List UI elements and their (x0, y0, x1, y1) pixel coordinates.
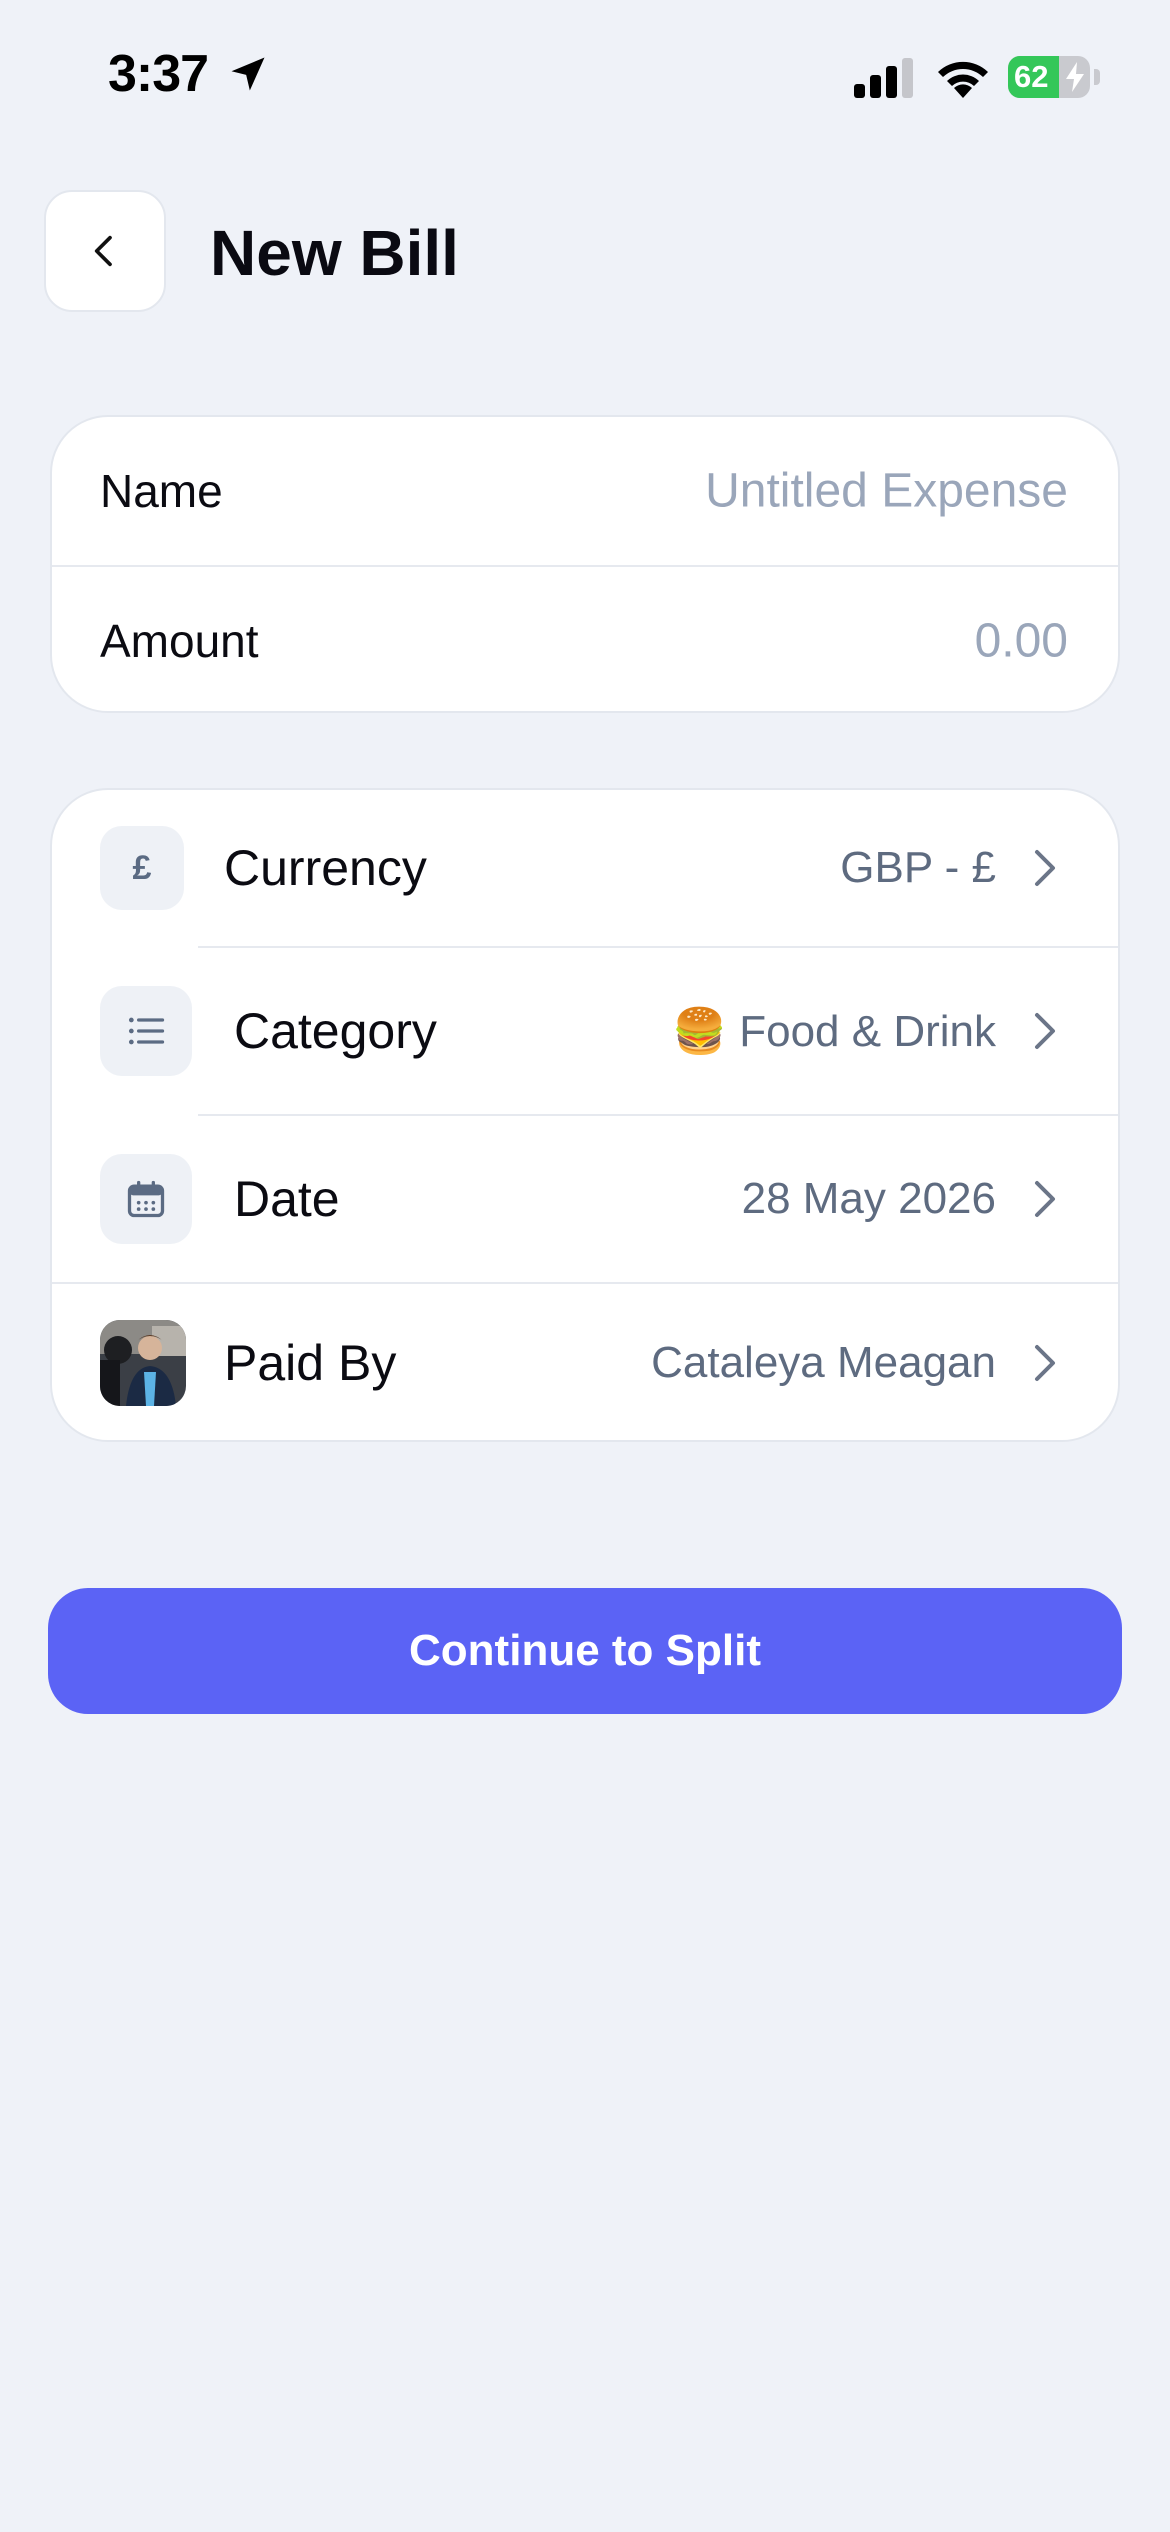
avatar (100, 1320, 186, 1406)
paid-by-value: Cataleya Meagan (651, 1338, 996, 1387)
status-bar: 3:37 62 (0, 0, 1170, 150)
chevron-left-icon (94, 235, 112, 267)
battery-icon: 62 (1008, 56, 1090, 98)
battery-cap (1094, 69, 1100, 85)
status-time: 3:37 (108, 45, 209, 103)
page-title: New Bill (210, 217, 459, 289)
list-icon (100, 986, 192, 1076)
name-label: Name (100, 465, 223, 517)
date-row[interactable]: Date 28 May 2026 (52, 1116, 1118, 1282)
chevron-right-icon (1035, 1345, 1055, 1381)
bill-basics-card: Name Amount (50, 415, 1120, 713)
calendar-icon (100, 1154, 192, 1244)
paid-by-label: Paid By (224, 1335, 397, 1391)
amount-input[interactable] (548, 613, 1068, 669)
charging-bolt-icon (1066, 62, 1084, 92)
bill-details-card: £ Currency GBP - £ Category 🍔 Food & Dri… (50, 788, 1120, 1442)
chevron-right-icon (1035, 1181, 1055, 1217)
name-row: Name (52, 417, 1118, 565)
location-arrow-icon (231, 57, 265, 91)
cellular-signal-icon (854, 58, 913, 98)
currency-row[interactable]: £ Currency GBP - £ (52, 790, 1118, 946)
pound-icon: £ (100, 826, 184, 910)
currency-value: GBP - £ (840, 843, 996, 892)
paid-by-row[interactable]: Paid By Cataleya Meagan (52, 1284, 1118, 1440)
category-row[interactable]: Category 🍔 Food & Drink (52, 948, 1118, 1114)
date-label: Date (234, 1171, 340, 1227)
category-value: 🍔 Food & Drink (672, 1007, 996, 1056)
amount-row: Amount (52, 567, 1118, 711)
amount-label: Amount (100, 615, 259, 667)
back-button[interactable] (44, 190, 166, 312)
category-label: Category (234, 1003, 437, 1059)
wifi-icon (938, 61, 988, 98)
date-value: 28 May 2026 (741, 1174, 996, 1223)
name-input[interactable] (548, 463, 1068, 519)
chevron-right-icon (1035, 850, 1055, 886)
battery-percent: 62 (1014, 59, 1049, 94)
chevron-right-icon (1035, 1013, 1055, 1049)
currency-label: Currency (224, 840, 427, 896)
continue-to-split-button[interactable]: Continue to Split (48, 1588, 1122, 1714)
